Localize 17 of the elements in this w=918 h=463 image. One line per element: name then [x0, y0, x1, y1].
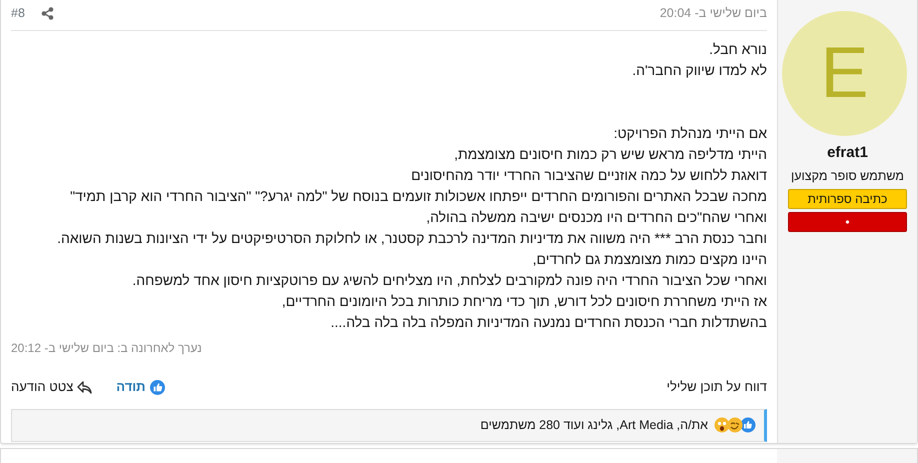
post-paragraph: נורא חבל. לא למדו שיווק החבר'ה. — [632, 40, 767, 80]
user-banner: • — [788, 212, 907, 232]
post-date: ביום שלישי ב- 20:04 — [660, 5, 767, 22]
share-icon[interactable] — [40, 7, 54, 20]
reaction-icons[interactable] — [712, 417, 756, 434]
edited-note: נערך לאחרונה ב: ביום שלישי ב- 20:12 — [11, 340, 202, 357]
like-button[interactable]: תודה — [116, 377, 165, 397]
post-number-link[interactable]: #8 — [11, 4, 25, 23]
thumbs-up-icon — [150, 380, 165, 394]
username[interactable]: efrat1 — [788, 142, 907, 164]
user-title: משתמש סופר מקצוען — [790, 168, 905, 184]
reactions-text: את/ה, Art Media, גלינג ועוד 280 משתמשים — [480, 417, 708, 434]
post-paragraph: אם הייתי מנהלת הפרויקט: הייתי מדליפה מראש שיש רק כמות חיסונים מצומצמת, דואגת ללחוש על כמה אוזניים שהציבור החרדי יודר מהחיסונים מחכה שבכל האתרים והפורומים החרדים ייפתחו אשכולות זועמים בנוסח של "למה יגרע?" "הציבור החרדי הוא קרבן תמיד" ואחרי שהח"כים החרדים היו מכנסים ישיבה ממשלה בהולה, וחבר כנסת הרב *** היה משווה את מדיניות המדינה לרכבת קסטנר, או לחלוקת הסרטיפיקטים על ידי הציונות בשנות השואה. היינו מקצים כמות מצומצמת גם לחרדים, ואחרי שכל הציבור החרדי היה פונה למקורבים לצלחת, היו מצליחים להשיג עם פרוטקציות חיסון אחד למשפחה. אז הייתי משחררת חיסונים לכל דורש, תוך כדי מריחת כותרות בכל היומונים החרדיים, בהשתדלות חברי הכנסת החרדים נמנעה המדיניות המפלה בלה בלה בלה.... — [57, 124, 767, 332]
report-link[interactable]: דווח על תוכן שלילי — [666, 377, 767, 397]
quote-button[interactable]: צטט הודעה — [11, 377, 92, 397]
reply-arrow-icon — [77, 380, 92, 394]
user-banner: כתיבה ספרותית — [788, 189, 907, 210]
